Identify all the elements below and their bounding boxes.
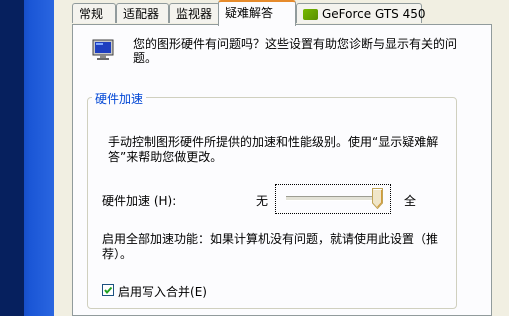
slider-max-label: 全 — [404, 194, 417, 208]
slider-hotkey: (H): — [153, 194, 177, 208]
tab-geforce[interactable]: GeForce GTS 450 — [296, 3, 426, 23]
tab-monitor[interactable]: 监视器 — [169, 3, 220, 23]
write-combining-label-text: 启用写入合并 — [118, 285, 191, 299]
tab-troubleshoot-label: 疑难解答 — [225, 6, 274, 20]
write-combining-label: 启用写入合并(E) — [118, 283, 207, 300]
hardware-acceleration-group: 硬件加速 手动控制图形硬件所提供的加速和性能级别。使用“显示疑难解答”来帮助您做… — [87, 90, 457, 309]
troubleshoot-panel: 您的图形硬件有问题吗？这些设置有助您诊断与显示有关的问题。 硬件加速 手动控制图… — [72, 24, 492, 316]
tab-general-label: 常规 — [79, 7, 104, 21]
write-combining-checkbox[interactable] — [102, 284, 114, 296]
tab-adapter[interactable]: 适配器 — [116, 3, 169, 23]
window-shadow — [0, 0, 24, 316]
tab-strip: 常规 适配器 监视器 疑难解答 GeForce GTS 450 — [72, 0, 492, 26]
slider-track — [286, 196, 378, 201]
desktop-background — [0, 0, 54, 316]
tab-adapter-label: 适配器 — [123, 7, 160, 21]
tab-monitor-label: 监视器 — [176, 7, 213, 21]
monitor-icon — [92, 39, 116, 61]
write-combining-hotkey: (E) — [190, 285, 207, 299]
slider-thumb[interactable] — [372, 188, 383, 210]
acceleration-note: 启用全部加速功能：如果计算机没有问题，就请使用此设置（推荐）。 — [102, 232, 439, 261]
intro-text: 您的图形硬件有问题吗？这些设置有助您诊断与显示有关的问题。 — [133, 37, 458, 65]
tab-geforce-label: GeForce GTS 450 — [322, 7, 426, 21]
group-title: 硬件加速 — [92, 90, 147, 107]
acceleration-description: 手动控制图形硬件所提供的加速和性能级别。使用“显示疑难解答”来帮助您做更改。 — [108, 135, 439, 164]
checkmark-icon — [104, 286, 113, 295]
display-properties-dialog: 常规 适配器 监视器 疑难解答 GeForce GTS 450 您的图形硬件有问… — [54, 0, 509, 316]
slider-label-text: 硬件加速 — [102, 194, 151, 208]
slider-label: 硬件加速 (H): — [102, 192, 176, 209]
slider-min-label: 无 — [256, 194, 269, 208]
nvidia-icon — [303, 9, 318, 20]
tab-troubleshoot[interactable]: 疑难解答 — [218, 0, 296, 26]
tab-general[interactable]: 常规 — [72, 3, 116, 23]
acceleration-slider[interactable] — [275, 184, 391, 214]
